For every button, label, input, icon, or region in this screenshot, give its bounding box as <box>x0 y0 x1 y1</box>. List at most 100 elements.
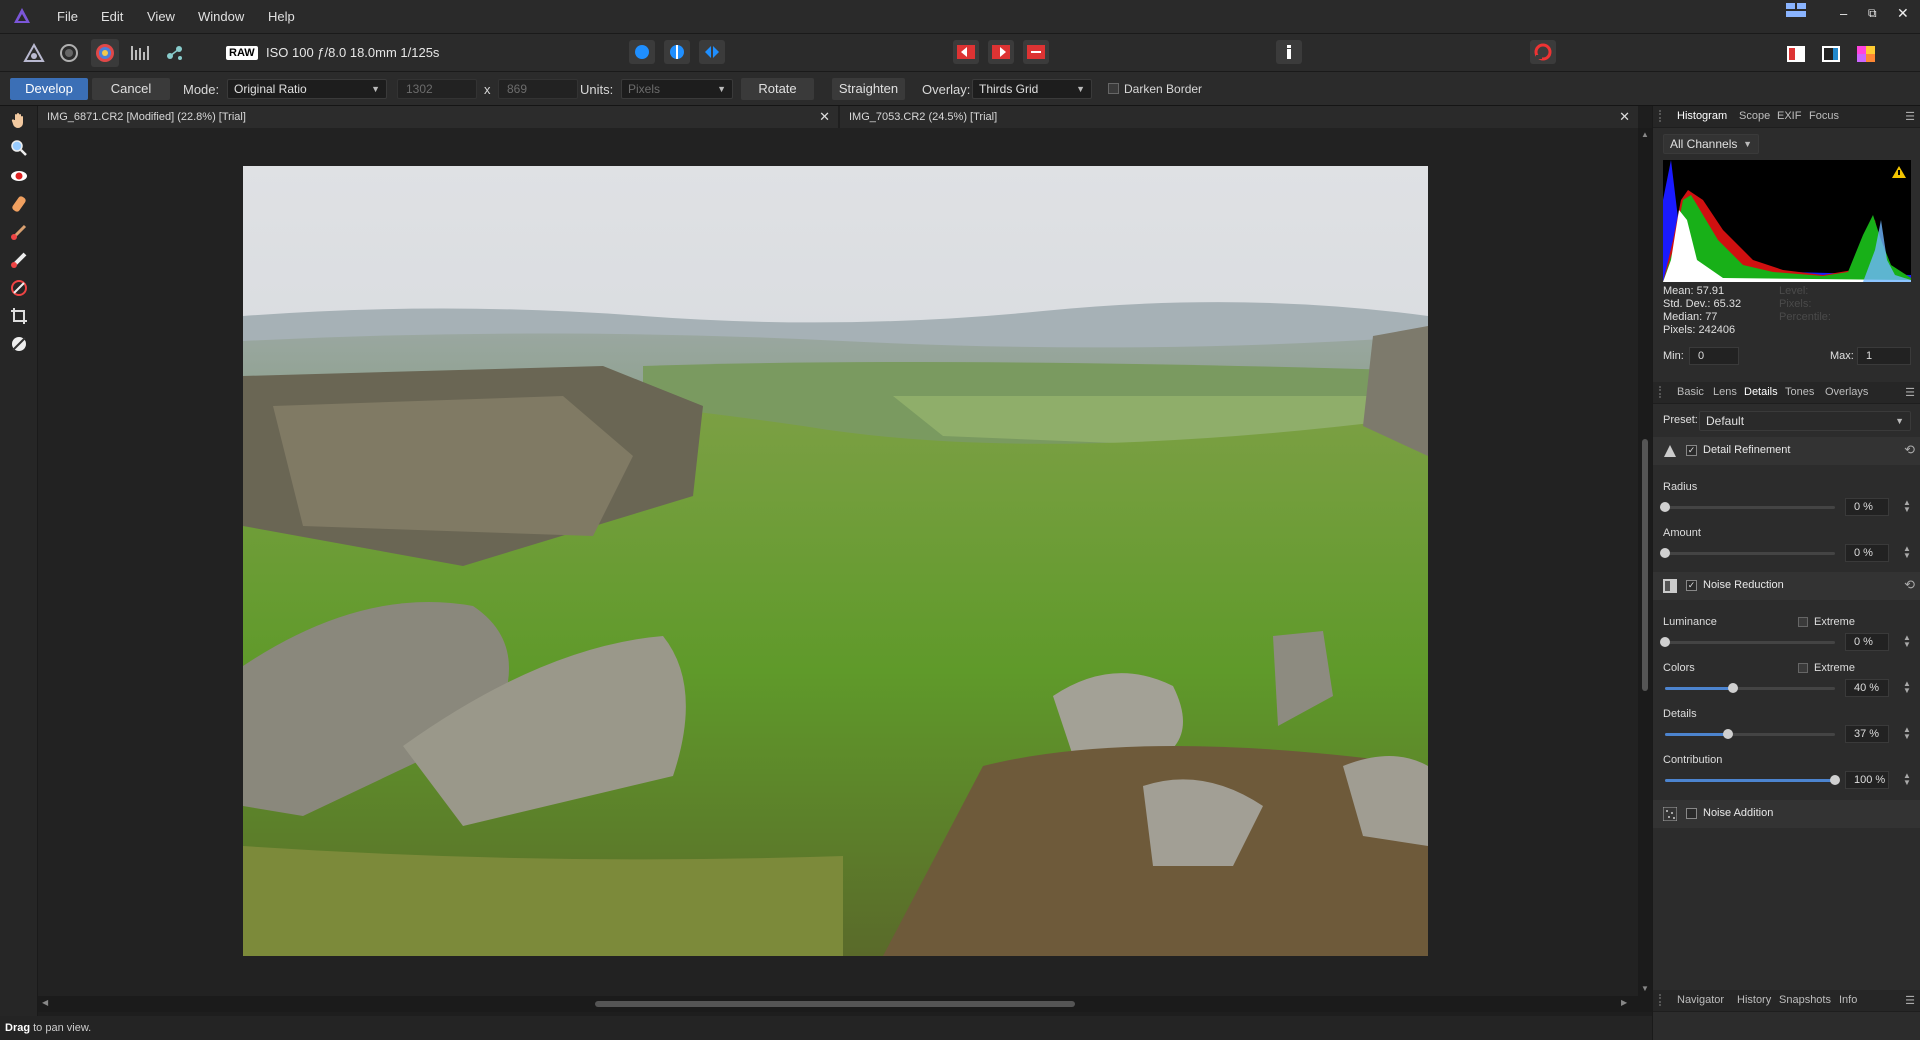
panel-menu-icon[interactable]: ☰ <box>1905 994 1915 1007</box>
tab-info[interactable]: Info <box>1839 994 1857 1006</box>
slider-knob[interactable] <box>1660 637 1670 647</box>
view-tool-hand-icon[interactable] <box>8 109 30 131</box>
darken-border-checkbox[interactable] <box>1108 83 1119 94</box>
canvas[interactable] <box>38 128 1638 996</box>
restore-icon[interactable]: ⧉ <box>1868 6 1877 21</box>
panel-grip-icon[interactable] <box>1659 110 1663 122</box>
colors-value[interactable]: 40 % <box>1845 679 1889 697</box>
liquify-persona-icon[interactable] <box>55 39 83 67</box>
amount-stepper-icon[interactable]: ▲ ▼ <box>1903 545 1911 560</box>
zoom-tool-icon[interactable] <box>8 137 30 159</box>
width-field[interactable]: 1302 <box>397 79 477 99</box>
crop-tool-icon[interactable] <box>8 305 30 327</box>
slider-knob[interactable] <box>1722 729 1733 739</box>
scroll-down-icon[interactable]: ▼ <box>1641 984 1649 993</box>
scroll-left-icon[interactable]: ◀ <box>42 998 48 1007</box>
horizontal-scroll-thumb[interactable] <box>595 1001 1075 1007</box>
radius-slider[interactable] <box>1660 502 1835 512</box>
clipped-tones-icon[interactable] <box>1023 40 1049 64</box>
details-slider[interactable] <box>1665 729 1835 739</box>
scroll-up-icon[interactable]: ▲ <box>1641 130 1649 139</box>
menu-edit[interactable]: Edit <box>101 9 123 24</box>
reset-icon[interactable]: ⟲ <box>1904 442 1915 458</box>
amount-slider[interactable] <box>1660 548 1835 558</box>
erase-brush-tool-icon[interactable] <box>8 249 30 271</box>
gradient-tool-icon[interactable] <box>8 277 30 299</box>
scroll-right-icon[interactable]: ▶ <box>1621 998 1627 1007</box>
radius-stepper-icon[interactable]: ▲ ▼ <box>1903 499 1911 514</box>
vertical-scrollbar[interactable]: ▲ ▼ <box>1638 128 1652 996</box>
mode-dropdown[interactable]: Original Ratio ▼ <box>227 79 387 99</box>
slider-knob[interactable] <box>1660 548 1670 558</box>
luminance-extreme-checkbox[interactable] <box>1798 617 1808 627</box>
close-icon[interactable]: ✕ <box>1619 106 1630 128</box>
tab-snapshots[interactable]: Snapshots <box>1779 994 1831 1006</box>
tab-focus[interactable]: Focus <box>1809 110 1839 122</box>
tab-scope[interactable]: Scope <box>1739 110 1770 122</box>
contribution-value[interactable]: 100 % <box>1845 771 1889 789</box>
panel-grip-icon[interactable] <box>1659 994 1663 1006</box>
menu-file[interactable]: File <box>57 9 78 24</box>
blemish-tool-icon[interactable] <box>8 193 30 215</box>
noise-reduction-section[interactable]: ✓ Noise Reduction ⟲ <box>1653 572 1920 600</box>
view-single-icon[interactable] <box>629 40 655 64</box>
tab-navigator[interactable]: Navigator <box>1677 994 1724 1006</box>
luminance-stepper-icon[interactable]: ▲ ▼ <box>1903 634 1911 649</box>
tone-mapping-persona-icon[interactable] <box>126 39 154 67</box>
assistant-icon[interactable] <box>1276 40 1302 64</box>
affinity-logo-icon[interactable] <box>12 6 32 26</box>
close-icon[interactable]: ✕ <box>819 106 830 128</box>
tab-basic[interactable]: Basic <box>1677 386 1704 398</box>
menu-view[interactable]: View <box>147 9 175 24</box>
min-field[interactable]: 0 <box>1689 347 1739 365</box>
radius-value[interactable]: 0 % <box>1845 498 1889 516</box>
overlay-dropdown[interactable]: Thirds Grid ▼ <box>972 79 1092 99</box>
color-swatch-icon[interactable] <box>1852 40 1880 68</box>
studio-layout-icon[interactable] <box>1786 3 1806 19</box>
tab-overlays[interactable]: Overlays <box>1825 386 1868 398</box>
noise-reduction-checkbox[interactable]: ✓ <box>1686 580 1697 591</box>
contribution-slider[interactable] <box>1665 775 1840 785</box>
minimize-icon[interactable]: – <box>1840 6 1847 21</box>
white-balance-tool-icon[interactable] <box>8 333 30 355</box>
photo-persona-icon[interactable] <box>20 39 48 67</box>
cancel-button[interactable]: Cancel <box>92 78 170 100</box>
document-tab-1[interactable]: IMG_6871.CR2 [Modified] (22.8%) [Trial] ✕ <box>38 106 838 128</box>
panel-toggle-left-icon[interactable] <box>1782 40 1810 68</box>
detail-refinement-checkbox[interactable]: ✓ <box>1686 445 1697 456</box>
tab-details[interactable]: Details <box>1744 386 1778 398</box>
vertical-scroll-thumb[interactable] <box>1642 439 1648 691</box>
colors-extreme-checkbox[interactable] <box>1798 663 1808 673</box>
red-eye-tool-icon[interactable] <box>8 165 30 187</box>
luminance-value[interactable]: 0 % <box>1845 633 1889 651</box>
tab-exif[interactable]: EXIF <box>1777 110 1801 122</box>
panel-menu-icon[interactable]: ☰ <box>1905 386 1915 399</box>
tab-history[interactable]: History <box>1737 994 1771 1006</box>
reset-icon[interactable]: ⟲ <box>1904 577 1915 593</box>
menu-window[interactable]: Window <box>198 9 244 24</box>
max-field[interactable]: 1 <box>1857 347 1911 365</box>
export-persona-icon[interactable] <box>161 39 189 67</box>
slider-knob[interactable] <box>1830 775 1840 785</box>
brush-tool-icon[interactable] <box>8 221 30 243</box>
menu-help[interactable]: Help <box>268 9 295 24</box>
view-split-icon[interactable] <box>664 40 690 64</box>
height-field[interactable]: 869 <box>498 79 578 99</box>
channel-dropdown[interactable]: All Channels ▼ <box>1663 134 1759 154</box>
details-value[interactable]: 37 % <box>1845 725 1889 743</box>
rotate-button[interactable]: Rotate <box>741 78 814 100</box>
panel-grip-icon[interactable] <box>1659 386 1663 398</box>
detail-refinement-section[interactable]: ✓ Detail Refinement ⟲ <box>1653 437 1920 465</box>
details-stepper-icon[interactable]: ▲ ▼ <box>1903 726 1911 741</box>
colors-stepper-icon[interactable]: ▲ ▼ <box>1903 680 1911 695</box>
amount-value[interactable]: 0 % <box>1845 544 1889 562</box>
slider-knob[interactable] <box>1728 683 1738 693</box>
slider-knob[interactable] <box>1660 502 1670 512</box>
tab-tones[interactable]: Tones <box>1785 386 1814 398</box>
straighten-button[interactable]: Straighten <box>832 78 905 100</box>
tab-histogram[interactable]: Histogram <box>1677 110 1727 122</box>
view-mirror-icon[interactable] <box>699 40 725 64</box>
noise-addition-section[interactable]: Noise Addition <box>1653 800 1920 828</box>
document-tab-2[interactable]: IMG_7053.CR2 (24.5%) [Trial] ✕ <box>840 106 1638 128</box>
contribution-stepper-icon[interactable]: ▲ ▼ <box>1903 772 1911 787</box>
